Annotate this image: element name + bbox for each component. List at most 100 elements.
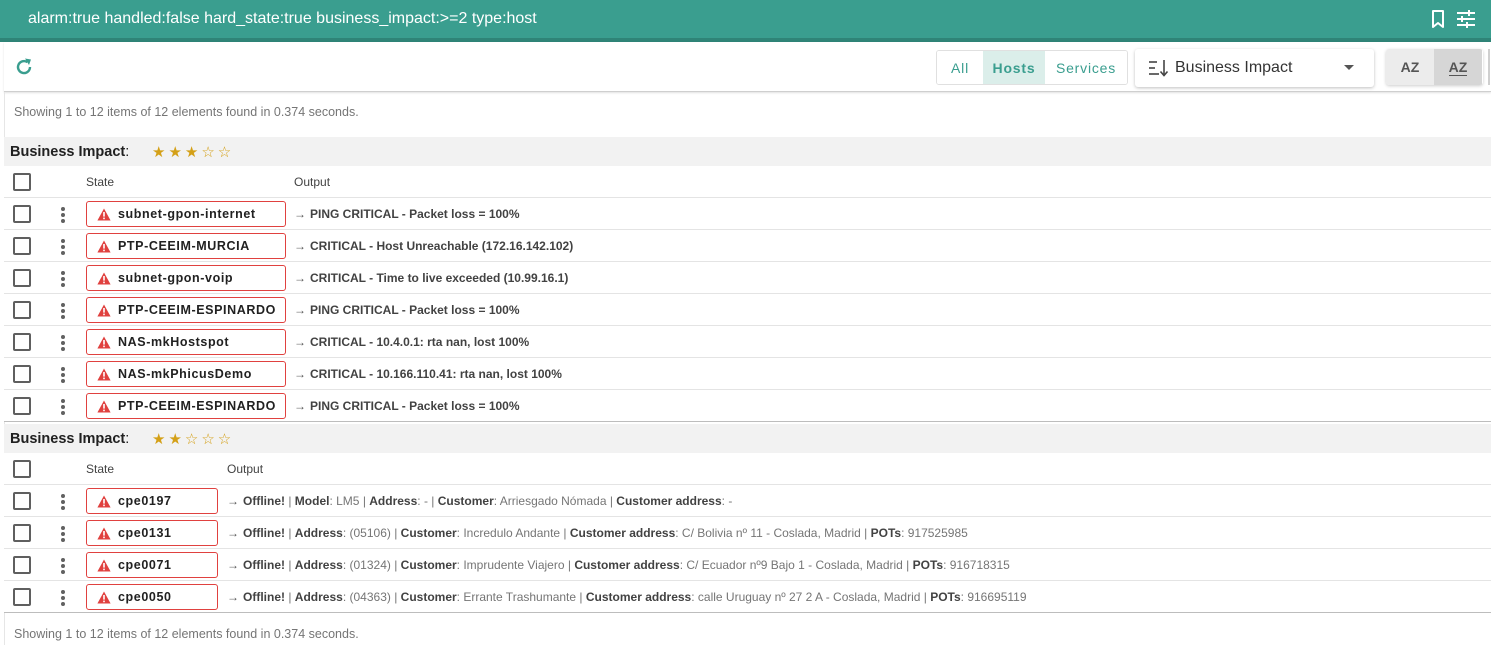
more-vert-icon[interactable] xyxy=(58,270,68,288)
tab-hosts[interactable]: Hosts xyxy=(983,51,1045,84)
more-vert-icon[interactable] xyxy=(58,302,68,320)
row-checkbox[interactable] xyxy=(13,492,31,510)
arrow-right-icon: → xyxy=(294,399,306,413)
table-row[interactable]: cpe0050 → Offline! | Address: (04363) | Cu… xyxy=(4,581,1491,613)
column-header-output: Output xyxy=(294,175,331,189)
row-checkbox[interactable] xyxy=(13,333,31,351)
host-name: cpe0050 xyxy=(118,590,172,604)
table-row[interactable]: NAS-mkHostspot → CRITICAL - 10.4.0.1: rta … xyxy=(4,326,1491,358)
table-row[interactable]: NAS-mkPhicusDemo → CRITICAL - 10.166.110.4… xyxy=(4,358,1491,390)
table-row[interactable]: cpe0071 → Offline! | Address: (01324) | Cu… xyxy=(4,549,1491,581)
tab-all[interactable]: All xyxy=(937,51,983,84)
more-vert-icon[interactable] xyxy=(58,525,68,543)
output-segment: PING CRITICAL - Packet loss = 100% xyxy=(310,207,520,221)
arrow-right-icon: → xyxy=(294,367,306,381)
more-vert-icon[interactable] xyxy=(58,589,68,607)
output-segment: Customer xyxy=(437,494,494,508)
warning-icon xyxy=(97,304,111,317)
host-state-chip[interactable]: cpe0197 xyxy=(86,488,218,514)
row-checkbox[interactable] xyxy=(13,556,31,574)
output-segment: Offline! xyxy=(243,494,285,508)
output-segment: : 916695119 xyxy=(960,590,1027,604)
warning-icon xyxy=(97,559,111,572)
arrow-right-icon: → xyxy=(227,590,239,604)
more-vert-icon[interactable] xyxy=(58,398,68,416)
more-vert-icon[interactable] xyxy=(58,366,68,384)
output-segment: : LM5 | xyxy=(329,494,370,508)
output-segment: : Errante Trashumante | xyxy=(456,590,586,604)
output-segment: | xyxy=(285,526,295,540)
row-checkbox[interactable] xyxy=(13,205,31,223)
tune-icon[interactable] xyxy=(1456,9,1476,29)
host-state-chip[interactable]: cpe0131 xyxy=(86,520,218,546)
more-vert-icon[interactable] xyxy=(58,206,68,224)
warning-icon xyxy=(97,591,111,604)
row-checkbox[interactable] xyxy=(13,524,31,542)
host-state-chip[interactable]: PTP-CEEIM-ESPINARDO xyxy=(86,393,286,419)
table-row[interactable]: subnet-gpon-internet → PING CRITICAL - Pac… xyxy=(4,198,1491,230)
host-state-chip[interactable]: NAS-mkPhicusDemo xyxy=(86,361,286,387)
refresh-icon[interactable] xyxy=(14,57,34,77)
host-state-chip[interactable]: subnet-gpon-internet xyxy=(86,201,286,227)
output-segment: CRITICAL - Host Unreachable (172.16.142.… xyxy=(310,239,574,253)
sort-icon xyxy=(1149,60,1169,77)
bookmark-icon[interactable] xyxy=(1428,9,1448,29)
host-state-chip[interactable]: PTP-CEEIM-ESPINARDO xyxy=(86,297,286,323)
sort-ascending-button[interactable]: AZ xyxy=(1386,49,1434,85)
more-vert-icon[interactable] xyxy=(58,334,68,352)
warning-icon xyxy=(97,208,111,221)
row-checkbox[interactable] xyxy=(13,301,31,319)
select-all-checkbox[interactable] xyxy=(13,460,31,478)
search-query[interactable]: alarm:true handled:false hard_state:true… xyxy=(28,10,537,28)
tab-all-label: All xyxy=(951,59,969,76)
table-row[interactable]: PTP-CEEIM-ESPINARDO → PING CRITICAL - Pack… xyxy=(4,294,1491,326)
table-row[interactable]: cpe0131 → Offline! | Address: (05106) | Cu… xyxy=(4,517,1491,549)
warning-icon xyxy=(97,495,111,508)
host-state-chip[interactable]: cpe0050 xyxy=(86,584,218,610)
column-header-row: State Output xyxy=(4,166,1491,198)
sort-ascending-label: AZ xyxy=(1400,59,1420,75)
arrow-right-icon: → xyxy=(294,335,306,349)
group-label: Business Impact: xyxy=(10,431,130,447)
column-header-state: State xyxy=(86,462,115,476)
host-name: subnet-gpon-internet xyxy=(118,207,256,221)
host-name: NAS-mkPhicusDemo xyxy=(118,367,252,381)
more-vert-icon[interactable] xyxy=(58,238,68,256)
sort-order-toggle: AZ AZ xyxy=(1386,49,1483,85)
results-summary-bottom: Showing 1 to 12 items of 12 elements fou… xyxy=(14,627,359,641)
arrow-right-icon: → xyxy=(294,271,306,285)
table-row[interactable]: PTP-CEEIM-MURCIA → CRITICAL - Host Unreach… xyxy=(4,230,1491,262)
table-row[interactable]: subnet-gpon-voip → CRITICAL - Time to live… xyxy=(4,262,1491,294)
sort-field-value: Business Impact xyxy=(1175,59,1293,76)
output-segment: : - | xyxy=(417,494,438,508)
row-checkbox[interactable] xyxy=(13,237,31,255)
sort-field-select[interactable]: Business Impact xyxy=(1135,49,1374,87)
search-bar[interactable]: alarm:true handled:false hard_state:true… xyxy=(0,0,1491,38)
output-segment: Customer xyxy=(400,590,457,604)
output-segment: : (04363) | xyxy=(342,590,401,604)
output-segment: : C/ Bolivia nº 11 - Coslada, Madrid | xyxy=(675,526,871,540)
select-all-checkbox[interactable] xyxy=(13,173,31,191)
row-checkbox[interactable] xyxy=(13,365,31,383)
tab-hosts-label: Hosts xyxy=(992,59,1036,76)
table-row[interactable]: cpe0197 → Offline! | Model: LM5 | Address:… xyxy=(4,485,1491,517)
host-state-chip[interactable]: NAS-mkHostspot xyxy=(86,329,286,355)
sort-descending-button[interactable]: AZ xyxy=(1434,49,1482,85)
row-checkbox[interactable] xyxy=(13,588,31,606)
host-state-chip[interactable]: cpe0071 xyxy=(86,552,218,578)
chevron-down-icon xyxy=(1344,65,1354,70)
row-checkbox[interactable] xyxy=(13,269,31,287)
warning-icon xyxy=(97,240,111,253)
more-vert-icon[interactable] xyxy=(58,493,68,511)
output-segment: Model xyxy=(294,494,330,508)
host-state-chip[interactable]: subnet-gpon-voip xyxy=(86,265,286,291)
host-name: PTP-CEEIM-MURCIA xyxy=(118,239,250,253)
table-row[interactable]: PTP-CEEIM-ESPINARDO → PING CRITICAL - Pack… xyxy=(4,390,1491,422)
host-state-chip[interactable]: PTP-CEEIM-MURCIA xyxy=(86,233,286,259)
tab-services-label: Services xyxy=(1055,59,1117,76)
arrow-right-icon: → xyxy=(294,207,306,221)
more-vert-icon[interactable] xyxy=(58,557,68,575)
tab-services[interactable]: Services xyxy=(1045,51,1127,84)
output-segment: PING CRITICAL - Packet loss = 100% xyxy=(310,303,520,317)
row-checkbox[interactable] xyxy=(13,397,31,415)
